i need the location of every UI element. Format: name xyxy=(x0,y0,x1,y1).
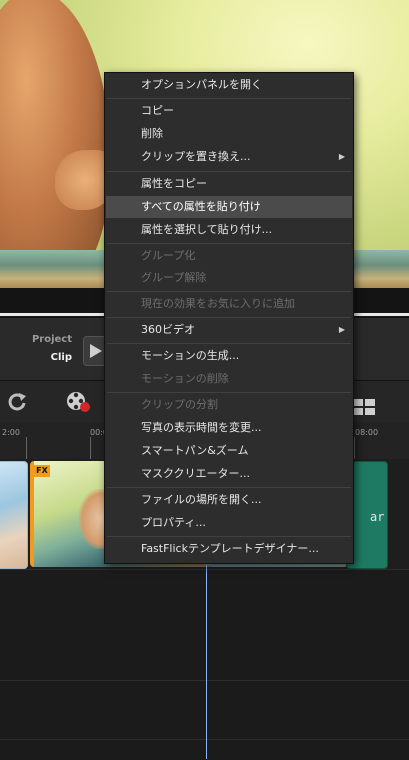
menu-item-open-options-panel[interactable]: オプションパネルを開く xyxy=(106,74,352,96)
menu-item-paste-selected-attributes[interactable]: 属性を選択して貼り付け... xyxy=(106,219,352,241)
menu-item-copy-attributes[interactable]: 属性をコピー xyxy=(106,173,352,195)
overlay-track[interactable] xyxy=(0,569,409,680)
menu-item-group[interactable]: グループ化 xyxy=(106,245,352,267)
menu-separator xyxy=(107,243,351,244)
menu-item-replace-clip[interactable]: クリップを置き換え... ▶ xyxy=(106,146,352,168)
menu-item-label: 360ビデオ xyxy=(141,323,195,336)
audio-track[interactable] xyxy=(0,680,409,739)
clip-thumbnail-previous[interactable] xyxy=(0,461,28,569)
menu-item-paste-all-attributes[interactable]: すべての属性を貼り付け xyxy=(106,196,352,218)
music-track[interactable] xyxy=(0,739,409,760)
menu-item-change-photo-duration[interactable]: 写真の表示時間を変更... xyxy=(106,417,352,439)
menu-item-split-clip[interactable]: クリップの分割 xyxy=(106,394,352,416)
ruler-time-label: 08:00 xyxy=(355,428,379,437)
menu-item-fastflick-template-designer[interactable]: FastFlickテンプレートデザイナー... xyxy=(106,538,352,560)
menu-item-360-video[interactable]: 360ビデオ ▶ xyxy=(106,319,352,341)
menu-item-ungroup[interactable]: グループ解除 xyxy=(106,267,352,289)
menu-separator xyxy=(107,98,351,99)
menu-item-label: クリップを置き換え... xyxy=(141,150,251,163)
clip-context-menu: オプションパネルを開く コピー 削除 クリップを置き換え... ▶ 属性をコピー… xyxy=(104,72,354,564)
playhead-line[interactable] xyxy=(206,560,207,759)
submenu-arrow-icon: ▶ xyxy=(338,325,345,334)
preview-image-person xyxy=(0,0,110,288)
menu-separator xyxy=(107,171,351,172)
play-icon xyxy=(90,344,102,358)
menu-item-add-effect-favorite[interactable]: 現在の効果をお気に入りに追加 xyxy=(106,293,352,315)
menu-item-mask-creator[interactable]: マスククリエーター... xyxy=(106,463,352,485)
menu-item-remove-motion[interactable]: モーションの削除 xyxy=(106,368,352,390)
record-film-icon[interactable] xyxy=(66,390,92,414)
menu-item-delete[interactable]: 削除 xyxy=(106,123,352,145)
project-mode-label[interactable]: Project xyxy=(32,334,72,345)
menu-separator xyxy=(107,392,351,393)
menu-item-generate-motion[interactable]: モーションの生成... xyxy=(106,345,352,367)
redo-icon[interactable] xyxy=(6,391,28,413)
clip-mode-label[interactable]: Clip xyxy=(51,352,72,363)
grid-view-icon[interactable] xyxy=(353,399,375,415)
ruler-time-label: 2:00 xyxy=(2,428,20,437)
menu-item-properties[interactable]: プロパティ... xyxy=(106,512,352,534)
menu-separator xyxy=(107,487,351,488)
menu-separator xyxy=(107,291,351,292)
menu-item-smart-pan-zoom[interactable]: スマートパン&ズーム xyxy=(106,440,352,462)
menu-item-copy[interactable]: コピー xyxy=(106,100,352,122)
clip-title-text: ar xyxy=(370,510,385,524)
menu-item-open-file-location[interactable]: ファイルの場所を開く... xyxy=(106,489,352,511)
menu-separator xyxy=(107,317,351,318)
submenu-arrow-icon: ▶ xyxy=(338,152,345,161)
menu-separator xyxy=(107,536,351,537)
fx-badge: FX xyxy=(34,465,50,477)
menu-separator xyxy=(107,343,351,344)
